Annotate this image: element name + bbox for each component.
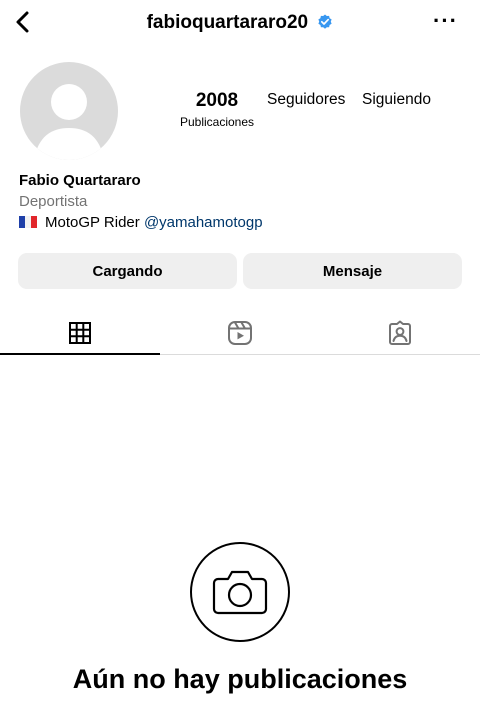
profile-name: Fabio Quartararo [19,172,141,189]
france-flag-icon [19,215,37,228]
profile-category: Deportista [19,193,88,210]
verified-badge-icon [318,14,333,29]
camera-icon [212,570,268,615]
tab-reels[interactable] [160,312,320,354]
grid-icon [69,322,91,344]
posts-stat[interactable]: 2008 Publicaciones [172,90,262,129]
bio-text: MotoGP Rider [45,214,140,231]
tagged-icon [389,320,411,345]
default-avatar-icon [34,84,104,160]
following-link[interactable]: Siguiendo [362,91,431,109]
profile-bio: MotoGP Rider @yamahamotogp [19,214,263,231]
avatar[interactable] [20,62,118,160]
follow-button[interactable]: Cargando [18,253,237,289]
posts-count: 2008 [195,90,239,111]
active-tab-indicator [0,353,160,355]
posts-label: Publicaciones [179,115,255,129]
bio-mention-link[interactable]: @yamahamotogp [144,214,263,231]
profile-username-header: fabioquartararo20 [0,12,480,34]
top-bar: fabioquartararo20 ··· [0,0,480,48]
tab-posts-grid[interactable] [0,312,160,354]
tab-tagged[interactable] [320,312,480,354]
empty-state-camera [190,542,290,642]
message-button[interactable]: Mensaje [243,253,462,289]
empty-state-text: Aún no hay publicaciones [72,664,408,694]
username: fabioquartararo20 [146,12,309,33]
reels-icon [228,321,252,345]
more-options-icon[interactable]: ··· [433,8,458,34]
followers-link[interactable]: Seguidores [267,91,345,109]
